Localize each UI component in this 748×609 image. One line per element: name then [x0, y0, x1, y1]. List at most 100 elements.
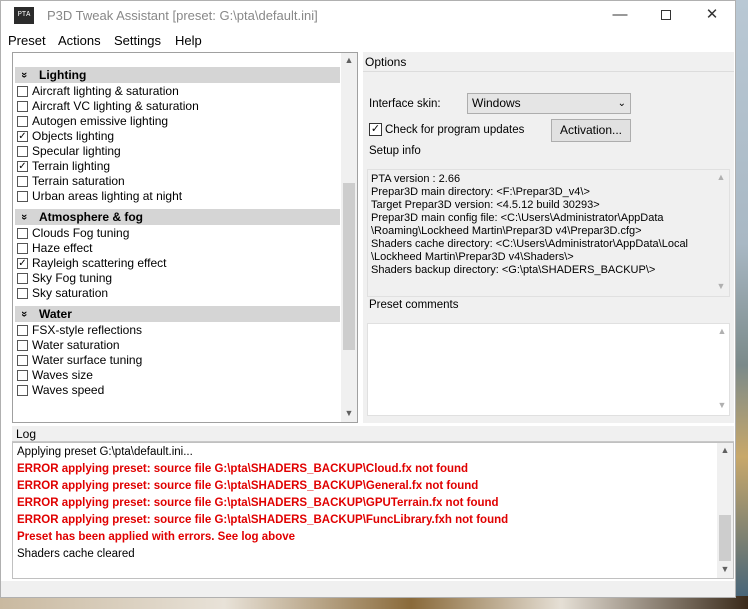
- tweak-item[interactable]: ✓ Terrain lighting: [17, 159, 110, 174]
- status-bar: [1, 581, 735, 597]
- group-header[interactable]: » Lighting: [15, 67, 340, 83]
- app-window: PTA P3D Tweak Assistant [preset: G:\pta\…: [0, 0, 736, 598]
- menu-help[interactable]: Help: [175, 33, 202, 48]
- log-line-error: ERROR applying preset: source file G:\pt…: [17, 463, 469, 475]
- tweak-item[interactable]: Water surface tuning: [17, 353, 142, 368]
- tweak-checkbox[interactable]: ✓: [17, 258, 28, 269]
- scroll-up-icon[interactable]: ▲: [714, 172, 728, 182]
- tweak-item[interactable]: Haze effect: [17, 241, 92, 256]
- tweak-label: Terrain saturation: [32, 174, 125, 188]
- minimize-button[interactable]: —: [597, 1, 643, 31]
- tweak-item[interactable]: Waves speed: [17, 383, 104, 398]
- scroll-up-icon[interactable]: ▲: [717, 445, 733, 455]
- tweak-item[interactable]: FSX-style reflections: [17, 323, 142, 338]
- maximize-button[interactable]: [643, 1, 689, 31]
- collapse-chevron-icon[interactable]: »: [16, 72, 32, 78]
- scroll-down-icon[interactable]: ▼: [341, 408, 357, 418]
- minimize-icon: —: [612, 6, 628, 23]
- scroll-down-icon[interactable]: ▼: [715, 400, 729, 410]
- check-updates-label: Check for program updates: [385, 124, 525, 136]
- tweak-checkbox[interactable]: [17, 228, 28, 239]
- tweak-item[interactable]: Water saturation: [17, 338, 120, 353]
- app-logo-icon: PTA: [14, 7, 34, 24]
- scroll-down-icon[interactable]: ▼: [717, 564, 733, 574]
- setup-info-box[interactable]: ▲ ▼ PTA version : 2.66 Prepar3D main dire…: [367, 169, 730, 297]
- tweak-checkbox[interactable]: [17, 116, 28, 127]
- options-title: Options: [363, 52, 734, 72]
- tweak-item[interactable]: ✓ Rayleigh scattering effect: [17, 256, 167, 271]
- log-line: Applying preset G:\pta\default.ini...: [17, 446, 193, 458]
- setup-info-line: Prepar3D main directory: <F:\Prepar3D_v4…: [371, 186, 590, 198]
- close-button[interactable]: ✕: [689, 1, 735, 31]
- options-panel: Options Interface skin: Windows ⌄ ✓ Chec…: [363, 52, 734, 423]
- tweak-item[interactable]: Sky Fog tuning: [17, 271, 112, 286]
- group-title: Lighting: [39, 68, 87, 82]
- log-scrollbar[interactable]: ▲ ▼: [717, 443, 733, 578]
- setup-info-line: \Roaming\Lockheed Martin\Prepar3D v4\Pre…: [371, 225, 642, 237]
- menu-actions[interactable]: Actions: [58, 33, 101, 48]
- tweak-checkbox[interactable]: [17, 340, 28, 351]
- log-line-error: ERROR applying preset: source file G:\pt…: [17, 514, 509, 526]
- collapse-chevron-icon[interactable]: »: [16, 214, 32, 220]
- tweak-item[interactable]: Sky saturation: [17, 286, 108, 301]
- setup-info-line: Shaders cache directory: <C:\Users\Admin…: [371, 238, 689, 250]
- activation-button[interactable]: Activation...: [551, 119, 631, 142]
- tweak-checkbox[interactable]: [17, 273, 28, 284]
- log-line-error: ERROR applying preset: source file G:\pt…: [17, 497, 499, 509]
- collapse-chevron-icon[interactable]: »: [16, 311, 32, 317]
- tweak-checkbox[interactable]: [17, 355, 28, 366]
- interface-skin-value: Windows: [472, 96, 521, 110]
- menu-settings[interactable]: Settings: [114, 33, 161, 48]
- comments-scrollbar[interactable]: ▲ ▼: [715, 324, 729, 415]
- tweak-item[interactable]: Clouds Fog tuning: [17, 226, 129, 241]
- tweak-item[interactable]: Aircraft lighting & saturation: [17, 84, 179, 99]
- group-header[interactable]: » Water: [15, 306, 340, 322]
- tweak-label: Aircraft VC lighting & saturation: [32, 99, 199, 113]
- menu-preset[interactable]: Preset: [8, 33, 46, 48]
- tweak-label: Sky Fog tuning: [32, 271, 113, 285]
- tweak-checkbox[interactable]: [17, 288, 28, 299]
- tweaks-scrollbar[interactable]: ▲ ▼: [341, 53, 357, 422]
- tweak-checkbox[interactable]: [17, 191, 28, 202]
- interface-skin-select[interactable]: Windows ⌄: [467, 93, 631, 114]
- scroll-up-icon[interactable]: ▲: [341, 55, 357, 65]
- menu-bar: Preset Actions Settings Help: [1, 31, 735, 51]
- tweak-label: Clouds Fog tuning: [32, 226, 130, 240]
- tweak-checkbox[interactable]: [17, 176, 28, 187]
- tweak-label: Urban areas lighting at night: [32, 189, 183, 203]
- tweak-checkbox[interactable]: ✓: [17, 131, 28, 142]
- tweaks-list: » Lighting Aircraft lighting & saturation A…: [13, 53, 341, 422]
- tweak-label: Terrain lighting: [32, 159, 111, 173]
- tweak-item[interactable]: Urban areas lighting at night: [17, 189, 182, 204]
- title-bar[interactable]: PTA P3D Tweak Assistant [preset: G:\pta\…: [1, 1, 735, 31]
- log-title: Log: [12, 426, 734, 442]
- tweak-checkbox[interactable]: [17, 86, 28, 97]
- scrollbar-thumb[interactable]: [719, 515, 731, 561]
- tweak-item[interactable]: Waves size: [17, 368, 93, 383]
- preset-comments-textarea[interactable]: ▲ ▼: [367, 323, 730, 416]
- tweak-item[interactable]: Terrain saturation: [17, 174, 125, 189]
- scrollbar-thumb[interactable]: [343, 183, 355, 350]
- tweak-label: Objects lighting: [32, 129, 115, 143]
- tweak-checkbox[interactable]: [17, 146, 28, 157]
- tweak-checkbox[interactable]: [17, 243, 28, 254]
- tweak-item[interactable]: Specular lighting: [17, 144, 121, 159]
- tweak-item[interactable]: Autogen emissive lighting: [17, 114, 168, 129]
- tweak-checkbox[interactable]: [17, 101, 28, 112]
- tweak-item[interactable]: ✓ Objects lighting: [17, 129, 114, 144]
- log-output[interactable]: ▲ ▼ Applying preset G:\pta\default.ini..…: [12, 442, 734, 579]
- log-line-error: Preset has been applied with errors. See…: [17, 531, 296, 543]
- tweak-checkbox[interactable]: [17, 325, 28, 336]
- group-title: Atmosphere & fog: [39, 210, 144, 224]
- check-updates-checkbox[interactable]: ✓: [369, 123, 382, 136]
- setup-info-line: Shaders backup directory: <G:\pta\SHADER…: [371, 264, 656, 276]
- tweak-checkbox[interactable]: [17, 385, 28, 396]
- tweak-item[interactable]: Aircraft VC lighting & saturation: [17, 99, 199, 114]
- tweak-label: Sky saturation: [32, 286, 109, 300]
- scroll-down-icon[interactable]: ▼: [714, 281, 728, 291]
- setup-info-scrollbar[interactable]: ▲ ▼: [714, 170, 728, 296]
- scroll-up-icon[interactable]: ▲: [715, 326, 729, 336]
- tweak-checkbox[interactable]: [17, 370, 28, 381]
- tweak-checkbox[interactable]: ✓: [17, 161, 28, 172]
- group-header[interactable]: » Atmosphere & fog: [15, 209, 340, 225]
